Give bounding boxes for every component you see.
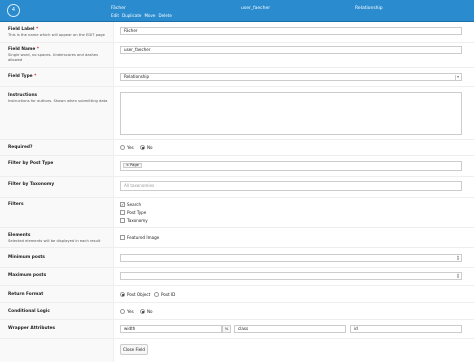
row-divider [0,67,474,68]
number-spinner-icon[interactable]: ▲ ▼ [456,255,460,261]
min-posts-title: Minimum posts [8,255,45,260]
row-divider [0,302,474,303]
instructions-desc: Instructions for authors. Shown when sub… [8,99,108,103]
min-posts-input[interactable]: ▲ ▼ [120,254,462,262]
wrapper-width-input[interactable]: width [120,325,222,333]
required-yes-label: Yes [127,145,134,150]
row-divider [0,42,474,43]
wrapper-attributes-title: Wrapper Attributes [8,326,56,331]
number-spinner-icon[interactable]: ▲ ▼ [456,273,460,279]
conditional-no-label: No [147,309,153,314]
field-label-input[interactable]: Fächer [120,27,462,35]
filter-post-type-label: Post Type [127,210,147,215]
field-header-label[interactable]: Fächer [111,6,126,11]
return-post-object-label: Post Object [127,292,151,297]
filter-taxonomy-title: Filter by Taxonomy [8,182,55,187]
field-header-type: Relationship [355,6,383,11]
field-order-number[interactable]: 4 [7,4,20,17]
instructions-title: Instructions [8,93,38,98]
row-divider [0,155,474,156]
chevron-down-icon: ▾ [455,75,460,80]
filter-taxonomy-label: Taxonomy [127,218,148,223]
field-actions: Edit Duplicate Move Delete [111,13,175,18]
conditional-logic-title: Conditional Logic [8,309,50,314]
max-posts-input[interactable]: ▲ ▼ [120,272,462,280]
field-header: 4 Fächer user_faecher Relationship Edit D… [0,0,474,22]
wrapper-id-input[interactable]: id [350,325,462,333]
required-title: Required? [8,145,33,150]
row-divider [0,285,474,286]
field-label-title: Field Label * [8,27,39,32]
max-posts-title: Maximum posts [8,273,47,278]
field-name-input[interactable]: user_faecher [120,46,462,54]
required-yes-radio[interactable] [120,145,125,150]
conditional-yes-label: Yes [127,309,134,314]
return-post-id-label: Post ID [161,292,176,297]
instructions-textarea[interactable] [120,92,462,135]
filter-taxonomy-checkbox[interactable] [120,218,125,223]
field-label-desc: This is the name which will appear on th… [8,33,105,37]
required-no-label: No [147,145,153,150]
filters-title: Filters [8,202,24,207]
field-name-desc: Single word, no spaces. Underscores and … [8,53,99,62]
duplicate-link[interactable]: Duplicate [122,13,142,18]
featured-image-checkbox[interactable] [120,235,125,240]
return-post-id-radio[interactable] [154,292,159,297]
field-type-value: Relationship [124,74,150,79]
elements-title: Elements [8,233,31,238]
move-link[interactable]: Move [144,13,155,18]
row-divider [0,338,474,339]
return-format-title: Return Format [8,292,44,297]
filter-search-checkbox[interactable]: ✓ [120,202,125,207]
featured-image-label: Featured Image [127,235,160,240]
post-type-tag[interactable]: × Page [123,163,142,168]
row-divider [0,86,474,87]
post-type-select[interactable]: × Page [120,161,462,171]
wrapper-class-input[interactable]: class [234,325,346,333]
return-post-object-radio[interactable] [120,292,125,297]
elements-desc: Selected elements will be displayed in e… [8,239,101,243]
width-unit: % [222,325,231,333]
filter-post-type-title: Filter by Post Type [8,161,54,166]
filter-post-type-checkbox[interactable] [120,210,125,215]
row-divider [0,247,474,248]
required-no-radio[interactable] [140,145,145,150]
field-settings: Field Label * This is the name which wil… [0,22,474,362]
row-divider [0,319,474,320]
taxonomy-select[interactable]: All taxonomies [120,181,462,191]
conditional-yes-radio[interactable] [120,309,125,314]
field-header-name: user_faecher [241,6,271,11]
row-divider [0,197,474,198]
row-divider [0,227,474,228]
delete-link[interactable]: Delete [158,13,171,18]
field-name-title: Field Name * [8,47,40,52]
field-type-title: Field Type * [8,74,37,79]
field-type-select[interactable]: Relationship ▾ [120,73,462,81]
row-divider [0,139,474,140]
row-divider [0,267,474,268]
filter-search-label: Search [127,202,142,207]
edit-link[interactable]: Edit [111,13,119,18]
conditional-no-radio[interactable] [140,309,145,314]
close-field-button[interactable]: Close Field [120,344,148,355]
row-divider [0,176,474,177]
